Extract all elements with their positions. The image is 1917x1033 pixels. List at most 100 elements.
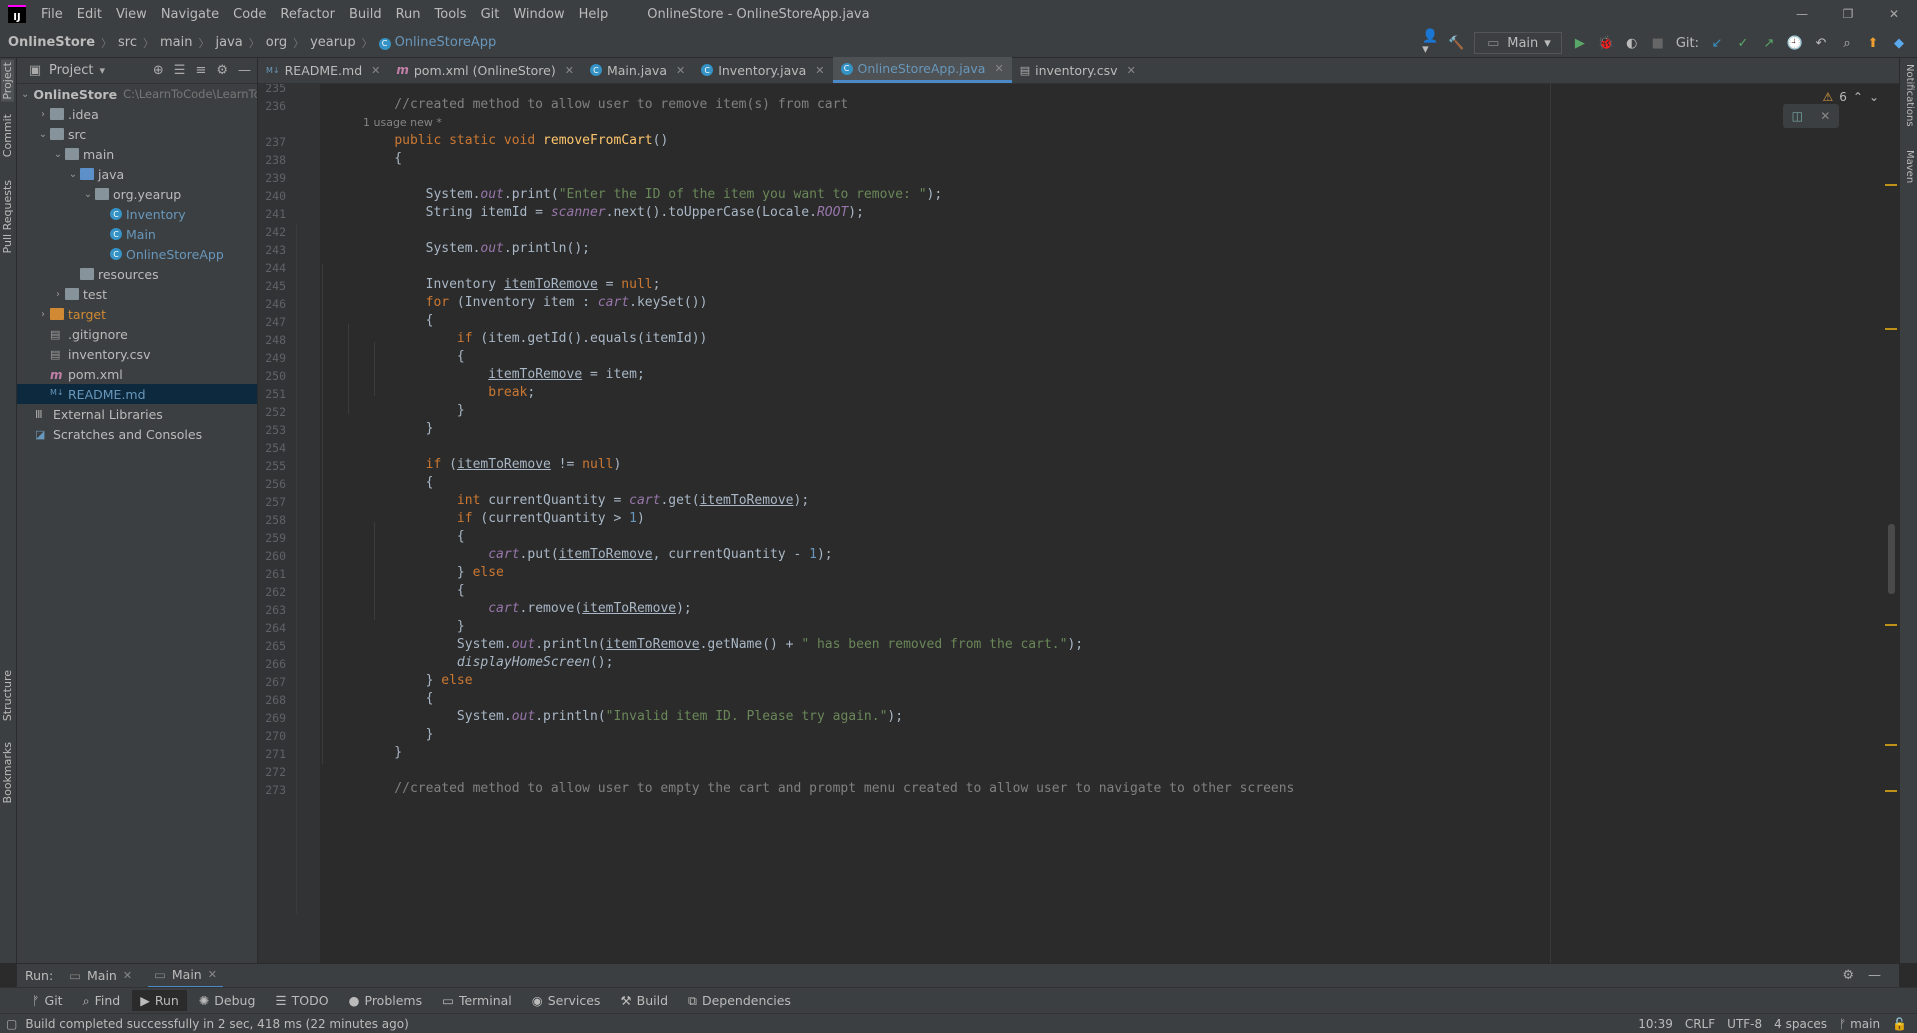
indent-setting[interactable]: 4 spaces <box>1774 1017 1827 1031</box>
code-line[interactable]: { <box>363 691 434 709</box>
menu-navigate[interactable]: Navigate <box>154 7 226 22</box>
menu-build[interactable]: Build <box>342 7 389 22</box>
close-icon[interactable]: ✕ <box>1871 0 1917 28</box>
tree-node[interactable]: ◪ Scratches and Consoles <box>17 424 257 444</box>
error-stripe-mark[interactable] <box>1885 328 1897 330</box>
chevron-down-icon[interactable]: ⌄ <box>81 189 95 200</box>
git-update-icon[interactable]: ↙ <box>1709 35 1725 51</box>
error-stripe-mark[interactable] <box>1885 624 1897 626</box>
tool-git[interactable]: ᚠ Git <box>24 990 71 1011</box>
history-icon[interactable]: 🕘 <box>1787 35 1803 51</box>
chevron-down-icon[interactable]: ⌄ <box>1869 90 1879 104</box>
gear-icon[interactable]: ⚙ <box>1842 968 1854 983</box>
chevron-right-icon[interactable]: › <box>36 109 50 120</box>
code-line[interactable]: //created method to allow user to empty … <box>363 781 1294 799</box>
chevron-down-icon[interactable]: ⌄ <box>36 129 50 140</box>
chevron-right-icon[interactable]: › <box>51 289 65 300</box>
chevron-down-icon[interactable]: ⌄ <box>66 169 80 180</box>
run-tab[interactable]: ▭ Main ✕ <box>63 968 138 983</box>
expand-all-icon[interactable]: ☰ <box>174 63 186 78</box>
tree-node[interactable]: ⌄ src <box>17 124 257 144</box>
error-stripe-mark[interactable] <box>1885 184 1897 186</box>
code-line[interactable]: { <box>363 151 402 169</box>
status-toggle-icon[interactable]: ▢ <box>6 1017 17 1031</box>
user-icon[interactable]: 👤▾ <box>1422 30 1438 56</box>
debug-icon[interactable]: 🐞 <box>1598 35 1614 51</box>
tree-node[interactable]: M↓ README.md <box>17 384 257 404</box>
breadcrumb-item-class[interactable]: C OnlineStoreApp <box>378 35 496 50</box>
rollback-icon[interactable]: ↶ <box>1813 35 1829 51</box>
tool-window-bookmarks[interactable]: Bookmarks <box>1 742 14 803</box>
git-commit-icon[interactable]: ✓ <box>1735 35 1751 51</box>
chevron-down-icon[interactable]: ⌄ <box>21 89 29 100</box>
tool-window-project[interactable]: Project <box>1 60 14 102</box>
editor-tab[interactable]: M↓ README.md ✕ <box>258 57 388 83</box>
tool-problems[interactable]: ● Problems <box>341 990 431 1011</box>
code-line[interactable]: cart.remove(itemToRemove); <box>363 601 692 619</box>
tool-window-notifications[interactable]: Notifications <box>1904 64 1915 127</box>
tool-run[interactable]: ▶ Run <box>132 990 187 1011</box>
tree-node[interactable]: C OnlineStoreApp <box>17 244 257 264</box>
tool-find[interactable]: ⌕ Find <box>75 990 129 1012</box>
search-icon[interactable]: ⌕ <box>1839 35 1855 51</box>
tree-node[interactable]: ⌄ main <box>17 144 257 164</box>
code-line[interactable]: System.out.println("Invalid item ID. Ple… <box>363 709 903 727</box>
close-tab-icon[interactable]: ✕ <box>815 64 824 77</box>
chevron-down-icon[interactable]: ⌄ <box>51 149 65 160</box>
run-configuration-select[interactable]: ▭ Main ▾ <box>1474 32 1562 54</box>
close-tab-icon[interactable]: ✕ <box>994 62 1003 75</box>
code-line[interactable]: Inventory itemToRemove = null; <box>363 277 661 295</box>
code-line[interactable]: //created method to allow user to remove… <box>363 97 848 115</box>
code-line[interactable]: displayHomeScreen(); <box>363 655 614 673</box>
menu-file[interactable]: File <box>34 7 70 22</box>
minimize-icon[interactable]: — <box>1779 0 1825 28</box>
code-line[interactable]: itemToRemove = item; <box>363 367 645 385</box>
code-line[interactable]: int currentQuantity = cart.get(itemToRem… <box>363 493 809 511</box>
code-line[interactable]: if (currentQuantity > 1) <box>363 511 645 529</box>
breadcrumb-item[interactable]: org <box>266 35 287 50</box>
caret-position[interactable]: 10:39 <box>1638 1017 1673 1031</box>
jetbrains-ai-icon[interactable]: ◆ <box>1891 35 1907 51</box>
tree-node[interactable]: › .idea <box>17 104 257 124</box>
tree-node[interactable]: C Inventory <box>17 204 257 224</box>
tool-terminal[interactable]: ▭ Terminal <box>434 990 520 1011</box>
run-tab-active[interactable]: ▭ Main ✕ <box>148 964 223 988</box>
tool-build[interactable]: ⚒ Build <box>612 990 676 1011</box>
tree-node[interactable]: C Main <box>17 224 257 244</box>
coverage-icon[interactable]: ◐ <box>1624 35 1640 51</box>
tree-node[interactable]: ⌄ org.yearup <box>17 184 257 204</box>
menu-help[interactable]: Help <box>572 7 616 22</box>
tree-node[interactable]: › target <box>17 304 257 324</box>
lock-icon[interactable]: 🔓 <box>1892 1017 1907 1031</box>
code-line[interactable]: } <box>363 403 465 421</box>
breadcrumb-item[interactable]: OnlineStore <box>8 35 95 50</box>
code-vision-hint[interactable]: 1 usage new * <box>363 116 442 129</box>
tool-debug[interactable]: ✺ Debug <box>191 990 264 1011</box>
editor-tab[interactable]: m pom.xml (OnlineStore) ✕ <box>388 57 582 83</box>
close-tab-icon[interactable]: ✕ <box>676 64 685 77</box>
code-line[interactable]: if (itemToRemove != null) <box>363 457 622 475</box>
git-branch-widget[interactable]: ᚠ main <box>1839 1017 1880 1031</box>
tool-todo[interactable]: ☰ TODO <box>267 990 336 1011</box>
code-line[interactable]: { <box>363 529 465 547</box>
code-line[interactable]: break; <box>363 385 535 403</box>
code-line[interactable]: if (item.getId().equals(itemId)) <box>363 331 707 349</box>
code-line[interactable]: } <box>363 727 434 745</box>
scrollbar-thumb[interactable] <box>1888 524 1895 594</box>
tree-node[interactable]: m pom.xml <box>17 364 257 384</box>
restore-icon[interactable]: ❐ <box>1825 0 1871 28</box>
chevron-up-icon[interactable]: ⌃ <box>1853 90 1863 104</box>
hide-icon[interactable]: — <box>1868 968 1881 983</box>
file-encoding[interactable]: UTF-8 <box>1727 1017 1762 1031</box>
close-icon[interactable]: ✕ <box>208 968 217 981</box>
code-line[interactable]: } else <box>363 565 504 583</box>
code-line[interactable]: System.out.print("Enter the ID of the it… <box>363 187 943 205</box>
stop-icon[interactable]: ■ <box>1650 35 1666 51</box>
tool-window-maven[interactable]: Maven <box>1904 150 1915 183</box>
code-line[interactable]: cart.put(itemToRemove, currentQuantity -… <box>363 547 832 565</box>
breadcrumb-item[interactable]: main <box>160 35 192 50</box>
tree-node[interactable]: ⌄ java <box>17 164 257 184</box>
code-line[interactable]: public static void removeFromCart() <box>363 133 668 151</box>
tree-node[interactable]: Ⅲ External Libraries <box>17 404 257 424</box>
tool-window-structure[interactable]: Structure <box>1 670 14 721</box>
